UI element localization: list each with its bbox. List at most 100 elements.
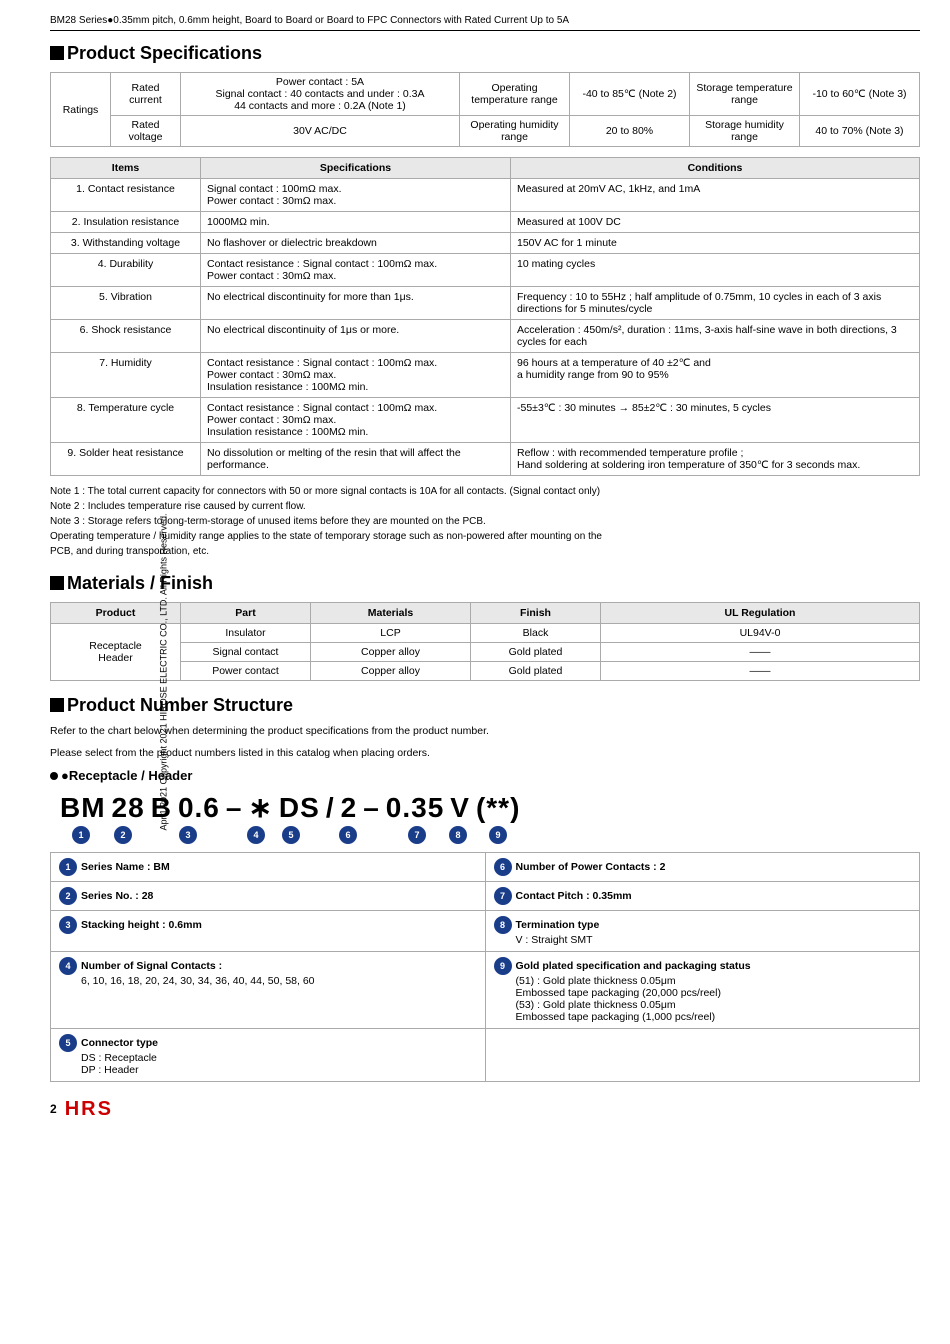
specs-spec: No dissolution or melting of the resin t… xyxy=(201,443,511,476)
circle-9: 9 xyxy=(489,826,507,844)
desc-cell: 8Termination typeV : Straight SMT xyxy=(485,910,920,951)
circle-5: 5 xyxy=(282,826,300,844)
desc-circle-8: 8 xyxy=(494,916,512,934)
note-line: Note 1 : The total current capacity for … xyxy=(50,484,920,499)
op-humid-val: 20 to 80% xyxy=(570,116,690,147)
specs-spec: 1000MΩ min. xyxy=(201,212,511,233)
specs-cond: Acceleration : 450m/s², duration : 11ms,… xyxy=(511,320,920,353)
pn-stardbl: (**) xyxy=(476,792,520,824)
pn-dash2: – xyxy=(363,792,380,824)
specs-item: 2. Insulation resistance xyxy=(51,212,201,233)
pn-dash1: – xyxy=(226,792,243,824)
rated-voltage-val: 30V AC/DC xyxy=(181,116,460,147)
desc-cell: 6Number of Power Contacts : 2 xyxy=(485,852,920,881)
specs-row: 6. Shock resistance No electrical discon… xyxy=(51,320,920,353)
materials-finish: Black xyxy=(471,624,601,643)
circle-1: 1 xyxy=(72,826,90,844)
hrs-logo: HRS xyxy=(65,1098,113,1121)
mat-col-materials: Materials xyxy=(311,603,471,624)
specs-cond: Reflow : with recommended temperature pr… xyxy=(511,443,920,476)
desc-cell: 9Gold plated specification and packaging… xyxy=(485,951,920,1028)
specs-item: 9. Solder heat resistance xyxy=(51,443,201,476)
product-specs-title: Product Specifications xyxy=(50,43,920,64)
materials-finish: Gold plated xyxy=(471,643,601,662)
specs-cond: 96 hours at a temperature of 40 ±2℃ and … xyxy=(511,353,920,398)
materials-row: Signal contact Copper alloy Gold plated … xyxy=(51,643,920,662)
materials-row: Receptacle Header Insulator LCP Black UL… xyxy=(51,624,920,643)
materials-table: Product Part Materials Finish UL Regulat… xyxy=(50,602,920,681)
specs-item: 3. Withstanding voltage xyxy=(51,233,201,254)
op-humid-label: Operating humidity range xyxy=(460,116,570,147)
desc-cell: 4Number of Signal Contacts :6, 10, 16, 1… xyxy=(51,951,486,1028)
rated-current-label: Rated current xyxy=(111,73,181,116)
specs-cond: Measured at 100V DC xyxy=(511,212,920,233)
circle-6: 6 xyxy=(339,826,357,844)
specs-spec: Contact resistance : Signal contact : 10… xyxy=(201,254,511,287)
specs-cond: 10 mating cycles xyxy=(511,254,920,287)
product-number-desc2: Please select from the product numbers l… xyxy=(50,746,920,762)
circle-4: 4 xyxy=(247,826,265,844)
circle-3: 3 xyxy=(179,826,197,844)
footer-page: 2 xyxy=(50,1102,57,1116)
storage-temp-val: -10 to 60℃ (Note 3) xyxy=(800,73,920,116)
desc-cell: 3Stacking height : 0.6mm xyxy=(51,910,486,951)
circle-8: 8 xyxy=(449,826,467,844)
description-row: 1Series Name : BM6Number of Power Contac… xyxy=(51,852,920,881)
descriptions-grid: 1Series Name : BM6Number of Power Contac… xyxy=(50,852,920,1082)
notes-section: Note 1 : The total current capacity for … xyxy=(50,484,920,559)
specs-col-spec: Specifications xyxy=(201,158,511,179)
materials-row: Power contact Copper alloy Gold plated —… xyxy=(51,662,920,681)
pn-v: V xyxy=(450,792,470,824)
desc-cell: 2Series No. : 28 xyxy=(51,881,486,910)
materials-materials: Copper alloy xyxy=(311,643,471,662)
materials-finish: Gold plated xyxy=(471,662,601,681)
desc-cell: 1Series Name : BM xyxy=(51,852,486,881)
pn-28: 28 xyxy=(112,792,145,824)
materials-part: Power contact xyxy=(181,662,311,681)
specs-row: 7. Humidity Contact resistance : Signal … xyxy=(51,353,920,398)
specs-item: 7. Humidity xyxy=(51,353,201,398)
specs-item: 1. Contact resistance xyxy=(51,179,201,212)
pn-ds: DS xyxy=(279,792,320,824)
specs-col-cond: Conditions xyxy=(511,158,920,179)
description-row: 4Number of Signal Contacts :6, 10, 16, 1… xyxy=(51,951,920,1028)
header-title: BM28 Series●0.35mm pitch, 0.6mm height, … xyxy=(50,15,569,26)
desc-circle-2: 2 xyxy=(59,887,77,905)
desc-circle-5: 5 xyxy=(59,1034,77,1052)
specs-row: 3. Withstanding voltage No flashover or … xyxy=(51,233,920,254)
materials-materials: Copper alloy xyxy=(311,662,471,681)
desc-circle-6: 6 xyxy=(494,858,512,876)
specs-cond: Frequency : 10 to 55Hz ; half amplitude … xyxy=(511,287,920,320)
pn-bm: BM xyxy=(60,792,106,824)
desc-circle-1: 1 xyxy=(59,858,77,876)
circle-7: 7 xyxy=(408,826,426,844)
storage-temp-label: Storage temperature range xyxy=(690,73,800,116)
specs-table: Items Specifications Conditions 1. Conta… xyxy=(50,157,920,476)
specs-cond: 150V AC for 1 minute xyxy=(511,233,920,254)
part-number-display: BM 28 B 0.6 – ∗ DS / 2 – 0.35 V (**) xyxy=(60,791,920,824)
specs-row: 5. Vibration No electrical discontinuity… xyxy=(51,287,920,320)
pn-06: 0.6 xyxy=(178,792,220,824)
mat-col-ul: UL Regulation xyxy=(601,603,920,624)
page-header: BM28 Series●0.35mm pitch, 0.6mm height, … xyxy=(50,15,920,31)
specs-item: 5. Vibration xyxy=(51,287,201,320)
pn-star: ∗ xyxy=(248,791,272,824)
desc-circle-9: 9 xyxy=(494,957,512,975)
desc-cell: 5Connector typeDS : Receptacle DP : Head… xyxy=(51,1028,486,1081)
receptacle-label: ●Receptacle / Header xyxy=(50,768,920,783)
specs-item: 4. Durability xyxy=(51,254,201,287)
op-temp-val: -40 to 85℃ (Note 2) xyxy=(570,73,690,116)
materials-materials: LCP xyxy=(311,624,471,643)
description-row: 3Stacking height : 0.6mm8Termination typ… xyxy=(51,910,920,951)
specs-cond: -55±3℃ : 30 minutes → 85±2℃ : 30 minutes… xyxy=(511,398,920,443)
specs-cond: Measured at 20mV AC, 1kHz, and 1mA xyxy=(511,179,920,212)
pn-2: 2 xyxy=(341,792,358,824)
specs-row: 1. Contact resistance Signal contact : 1… xyxy=(51,179,920,212)
desc-circle-7: 7 xyxy=(494,887,512,905)
pn-slash: / xyxy=(326,792,335,824)
desc-circle-4: 4 xyxy=(59,957,77,975)
product-specs-section: Product Specifications Ratings Rated cur… xyxy=(50,43,920,559)
materials-ul: —— xyxy=(601,643,920,662)
note-line: Note 3 : Storage refers to long-term-sto… xyxy=(50,514,920,529)
specs-spec: Contact resistance : Signal contact : 10… xyxy=(201,398,511,443)
